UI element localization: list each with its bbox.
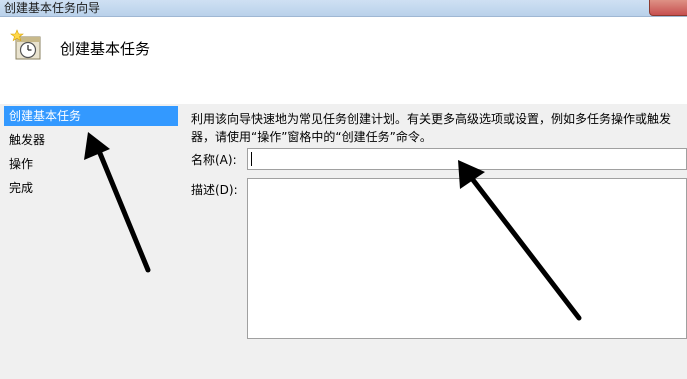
step-action[interactable]: 操作 <box>4 154 178 174</box>
step-finish[interactable]: 完成 <box>4 178 178 198</box>
step-trigger[interactable]: 触发器 <box>4 130 178 150</box>
wizard-description: 利用该向导快速地为常见任务创建计划。有关更多高级选项或设置，例如多任务操作或触发… <box>191 112 672 144</box>
description-label: 描述(D): <box>191 183 238 197</box>
step-create-basic-task[interactable]: 创建基本任务 <box>4 106 178 126</box>
close-button[interactable] <box>649 0 687 16</box>
text-caret <box>251 152 252 166</box>
wizard-content: 利用该向导快速地为常见任务创建计划。有关更多高级选项或设置，例如多任务操作或触发… <box>180 104 687 379</box>
wizard-header: 创建基本任务 <box>0 17 687 104</box>
title-bar: 创建基本任务向导 <box>0 0 687 17</box>
wizard-steps: 创建基本任务 触发器 操作 完成 <box>0 104 178 379</box>
name-input[interactable] <box>247 148 687 170</box>
task-scheduler-clock-icon <box>10 29 41 60</box>
page-title: 创建基本任务 <box>60 40 151 58</box>
name-label: 名称(A): <box>191 153 237 167</box>
description-textarea[interactable] <box>247 178 687 339</box>
window-title: 创建基本任务向导 <box>4 1 101 15</box>
